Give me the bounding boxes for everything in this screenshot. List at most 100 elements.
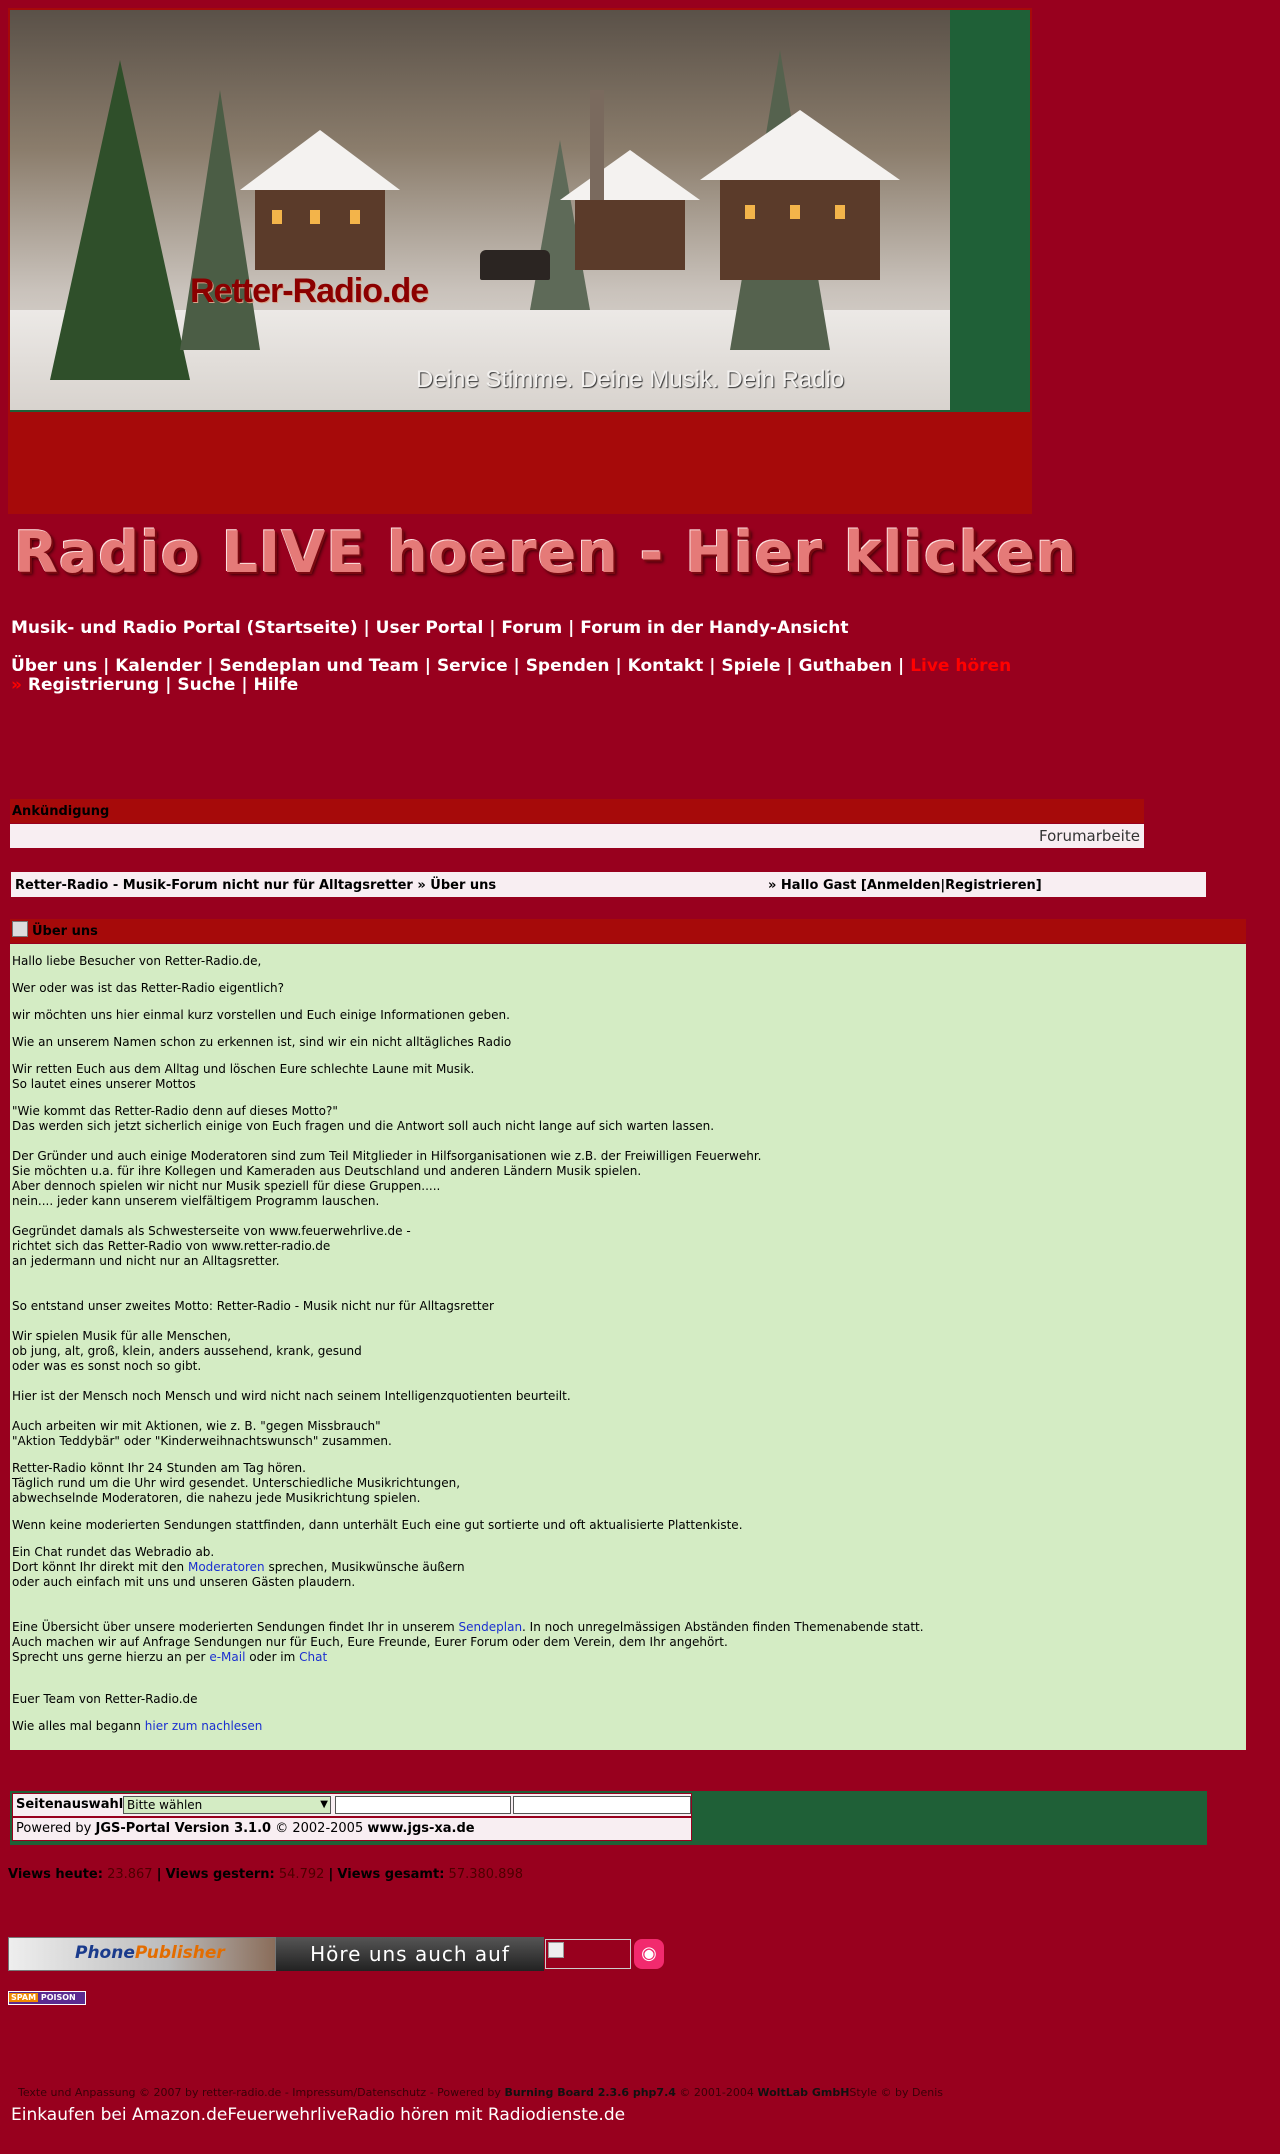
credits-text: Style © by Denis — [849, 2086, 944, 2099]
nav-link-kalender[interactable]: Kalender — [115, 656, 201, 676]
nav-separator: | — [207, 656, 214, 676]
nav-link-guthaben[interactable]: Guthaben — [799, 656, 893, 676]
nav-link-spenden[interactable]: Spenden — [526, 656, 610, 676]
content-header: Über uns — [10, 919, 1246, 943]
house-roof-icon — [700, 110, 900, 180]
content-paragraph: Wenn keine moderierten Sendungen stattfi… — [12, 1518, 743, 1532]
window-icon — [272, 210, 282, 224]
live-radio-banner-link[interactable]: Radio LIVE hoeren - Hier klicken — [14, 520, 1076, 586]
nav-separator: | — [363, 618, 370, 638]
window-icon — [790, 205, 800, 219]
ad-phone-text-b: Publisher — [134, 1943, 225, 1963]
powered-by-row: Powered by JGS-Portal Version 3.1.0 © 20… — [12, 1817, 692, 1841]
nav-link-sendeplan[interactable]: Sendeplan und Team — [219, 656, 418, 676]
chat-link[interactable]: Chat — [299, 1650, 327, 1664]
broken-image-icon — [12, 921, 28, 937]
woltlab-link[interactable]: WoltLab GmbH — [757, 2086, 849, 2099]
nav-link-kontakt[interactable]: Kontakt — [628, 656, 704, 676]
nav-link-live-hoeren[interactable]: Live hören — [910, 656, 1011, 676]
content-paragraph: Wir retten Euch aus dem Alltag und lösch… — [12, 1062, 475, 1091]
radio-app-icon[interactable]: ◉ — [634, 1939, 664, 1969]
announcement-ticker: Forumarbeite — [10, 824, 1144, 848]
powered-by-name: JGS-Portal Version 3.1.0 — [95, 1821, 272, 1836]
nav-separator: | — [241, 675, 248, 695]
nav-separator: | — [103, 656, 110, 676]
car-icon — [480, 250, 550, 280]
nav-separator: | — [513, 656, 520, 676]
nav-link-startseite[interactable]: Musik- und Radio Portal (Startseite) — [11, 618, 358, 638]
hoere-uns-banner[interactable]: Höre uns auch auf — [276, 1937, 544, 1971]
christmas-tree-icon — [50, 60, 190, 380]
powered-by-link[interactable]: www.jgs-xa.de — [367, 1821, 474, 1836]
house-roof-icon — [240, 130, 400, 190]
broken-ad-image[interactable] — [545, 1939, 631, 1969]
header-frame: Retter-Radio.de Deine Stimme. Deine Musi… — [8, 8, 1032, 514]
email-link[interactable]: e-Mail — [209, 1650, 245, 1664]
pine-tree-icon — [180, 90, 260, 350]
header-banner[interactable]: Retter-Radio.de Deine Stimme. Deine Musi… — [10, 10, 1030, 412]
views-yesterday-value: 54.792 — [278, 1867, 325, 1882]
empty-field[interactable] — [335, 1796, 511, 1814]
nav-link-user-portal[interactable]: User Portal — [376, 618, 484, 638]
content-paragraph: Euer Team von Retter-Radio.de — [12, 1692, 198, 1706]
views-today-value: 23.867 — [107, 1867, 153, 1882]
ad-phone-text-a: Phone — [75, 1943, 135, 1963]
views-total-label: Views gesamt: — [337, 1867, 445, 1882]
page-selector-table: Seitenauswahl: Bitte wählen ▼ Powered by… — [12, 1793, 692, 1843]
nachlesen-link[interactable]: hier zum nachlesen — [145, 1719, 263, 1733]
nav-link-handy-ansicht[interactable]: Forum in der Handy-Ansicht — [580, 618, 848, 638]
nav-link-registrierung[interactable]: Registrierung — [28, 675, 159, 695]
church-icon — [575, 200, 685, 270]
footer-credits: Texte und Anpassung © 2007 by retter-rad… — [18, 2086, 943, 2099]
announcement-header: Ankündigung — [10, 799, 1144, 823]
content-paragraph: "Wie kommt das Retter-Radio denn auf die… — [12, 1104, 762, 1448]
nav-separator: | — [786, 656, 793, 676]
nav-link-service[interactable]: Service — [437, 656, 508, 676]
portal-nav: Musik- und Radio Portal (Startseite) | U… — [11, 618, 849, 638]
content-paragraph: Ein Chat rundet das Webradio ab. Dort kö… — [12, 1545, 1244, 1665]
spam-poison-text-b: POISON — [40, 1993, 76, 2002]
content-title: Über uns — [32, 924, 98, 939]
views-total-value: 57.380.898 — [448, 1867, 523, 1882]
nav-separator: | — [424, 656, 432, 676]
window-icon — [745, 205, 755, 219]
burning-board-link[interactable]: Burning Board 2.3.6 php7.4 — [504, 2086, 675, 2099]
nav-separator: | — [568, 618, 575, 638]
nav-separator: | — [709, 656, 716, 676]
site-slogan: Deine Stimme. Deine Musik. Dein Radio — [416, 366, 845, 393]
moderatoren-link[interactable]: Moderatoren — [188, 1560, 265, 1574]
nav-link-hilfe[interactable]: Hilfe — [253, 675, 298, 695]
credits-text: © 2001-2004 — [675, 2086, 758, 2099]
breadcrumb-path[interactable]: Retter-Radio - Musik-Forum nicht nur für… — [15, 872, 496, 900]
views-separator: | — [156, 1867, 162, 1882]
bottom-links[interactable]: Einkaufen bei Amazon.deFeuerwehrliveRadi… — [11, 2105, 625, 2125]
page-selector-label: Seitenauswahl: — [16, 1797, 129, 1812]
content-paragraph: Hallo liebe Besucher von Retter-Radio.de… — [12, 954, 262, 968]
sendeplan-link[interactable]: Sendeplan — [459, 1620, 523, 1634]
nav-link-spiele[interactable]: Spiele — [721, 656, 780, 676]
views-counter: Views heute: 23.867 | Views gestern: 54.… — [8, 1867, 523, 1882]
spam-poison-text-a: SPAM — [9, 1993, 39, 2002]
nav-link-ueber-uns[interactable]: Über uns — [11, 656, 97, 676]
nav-link-forum[interactable]: Forum — [501, 618, 562, 638]
window-icon — [350, 210, 360, 224]
views-separator: | — [328, 1867, 334, 1882]
spam-poison-badge[interactable]: SPAM POISON — [8, 1991, 86, 2005]
content-text: oder im — [245, 1650, 300, 1664]
page-selector-row: Seitenauswahl: Bitte wählen ▼ — [12, 1793, 692, 1817]
guest-greeting: » Hallo Gast [Anmelden|Registrieren] — [768, 872, 1042, 900]
content-body: Hallo liebe Besucher von Retter-Radio.de… — [10, 944, 1246, 1750]
breadcrumb: Retter-Radio - Musik-Forum nicht nur für… — [10, 871, 1207, 898]
nav-link-suche[interactable]: Suche — [177, 675, 235, 695]
broken-image-icon — [548, 1942, 564, 1958]
empty-field[interactable] — [513, 1796, 691, 1814]
content-text: Ein Chat rundet das Webradio ab. Dort kö… — [12, 1545, 215, 1574]
announcement-ticker-text: Forumarbeite — [1039, 827, 1140, 845]
phonepublisher-ad-banner[interactable]: PhonePublisher — [8, 1937, 276, 1971]
register-link[interactable]: Registrieren — [945, 878, 1036, 893]
login-link[interactable]: Anmelden — [867, 878, 941, 893]
page-select-dropdown[interactable]: Bitte wählen ▼ — [123, 1796, 331, 1814]
footer-box: Seitenauswahl: Bitte wählen ▼ Powered by… — [10, 1791, 1207, 1845]
nav-separator: | — [165, 675, 172, 695]
views-today-label: Views heute: — [8, 1867, 103, 1882]
